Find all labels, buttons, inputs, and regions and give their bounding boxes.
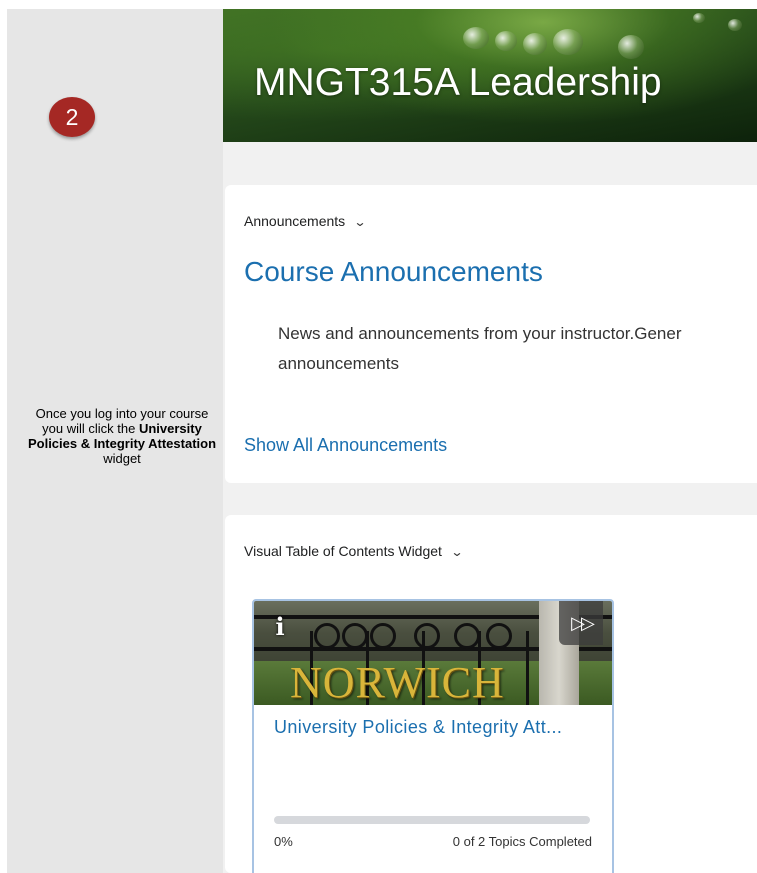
chevron-down-icon[interactable]: ⌄ — [450, 545, 463, 559]
norwich-gate-image: NORWICH i ▷▷ — [254, 601, 612, 705]
progress-percent: 0% — [274, 834, 293, 849]
show-all-announcements-link[interactable]: Show All Announcements — [244, 435, 447, 456]
vtoc-header[interactable]: Visual Table of Contents Widget ⌄ — [244, 543, 464, 559]
announcements-widget: Announcements ⌄ Course Announcements News… — [225, 185, 757, 483]
progress-bar — [274, 816, 590, 824]
course-banner: MNGT315A Leadership — [223, 9, 757, 142]
vtoc-header-label: Visual Table of Contents Widget — [244, 543, 442, 559]
course-homepage: MNGT315A Leadership Announcements ⌄ Cours… — [223, 9, 757, 873]
announcements-header[interactable]: Announcements ⌄ — [244, 213, 367, 229]
chevron-down-icon[interactable]: ⌄ — [354, 215, 367, 229]
info-icon[interactable]: i — [262, 609, 298, 645]
instruction-text: Once you log into your course you will c… — [27, 406, 217, 466]
announcements-title: Course Announcements — [244, 256, 543, 287]
announcements-body: News and announcements from your instruc… — [278, 319, 757, 379]
step-number-badge: 2 — [49, 97, 95, 137]
topics-completed: 0 of 2 Topics Completed — [452, 834, 592, 849]
visual-toc-widget: Visual Table of Contents Widget⌄ NORWIC — [225, 515, 757, 873]
toc-tile-university-policies[interactable]: NORWICH i ▷▷ University Policies & Integ… — [252, 599, 614, 873]
announcements-header-label: Announcements — [244, 213, 346, 229]
norwich-sign-text: NORWICH — [290, 658, 505, 705]
fast-forward-icon[interactable]: ▷▷ — [559, 601, 603, 645]
announcements-body-line1: News and announcements from your instruc… — [278, 324, 682, 343]
instruction-part2: widget — [103, 451, 141, 466]
tile-title[interactable]: University Policies & Integrity Att... — [274, 718, 594, 737]
instruction-sidebar: 2 Once you log into your course you will… — [7, 9, 223, 873]
announcements-body-line2: announcements — [278, 354, 399, 373]
course-title: MNGT315A Leadership — [254, 61, 662, 104]
